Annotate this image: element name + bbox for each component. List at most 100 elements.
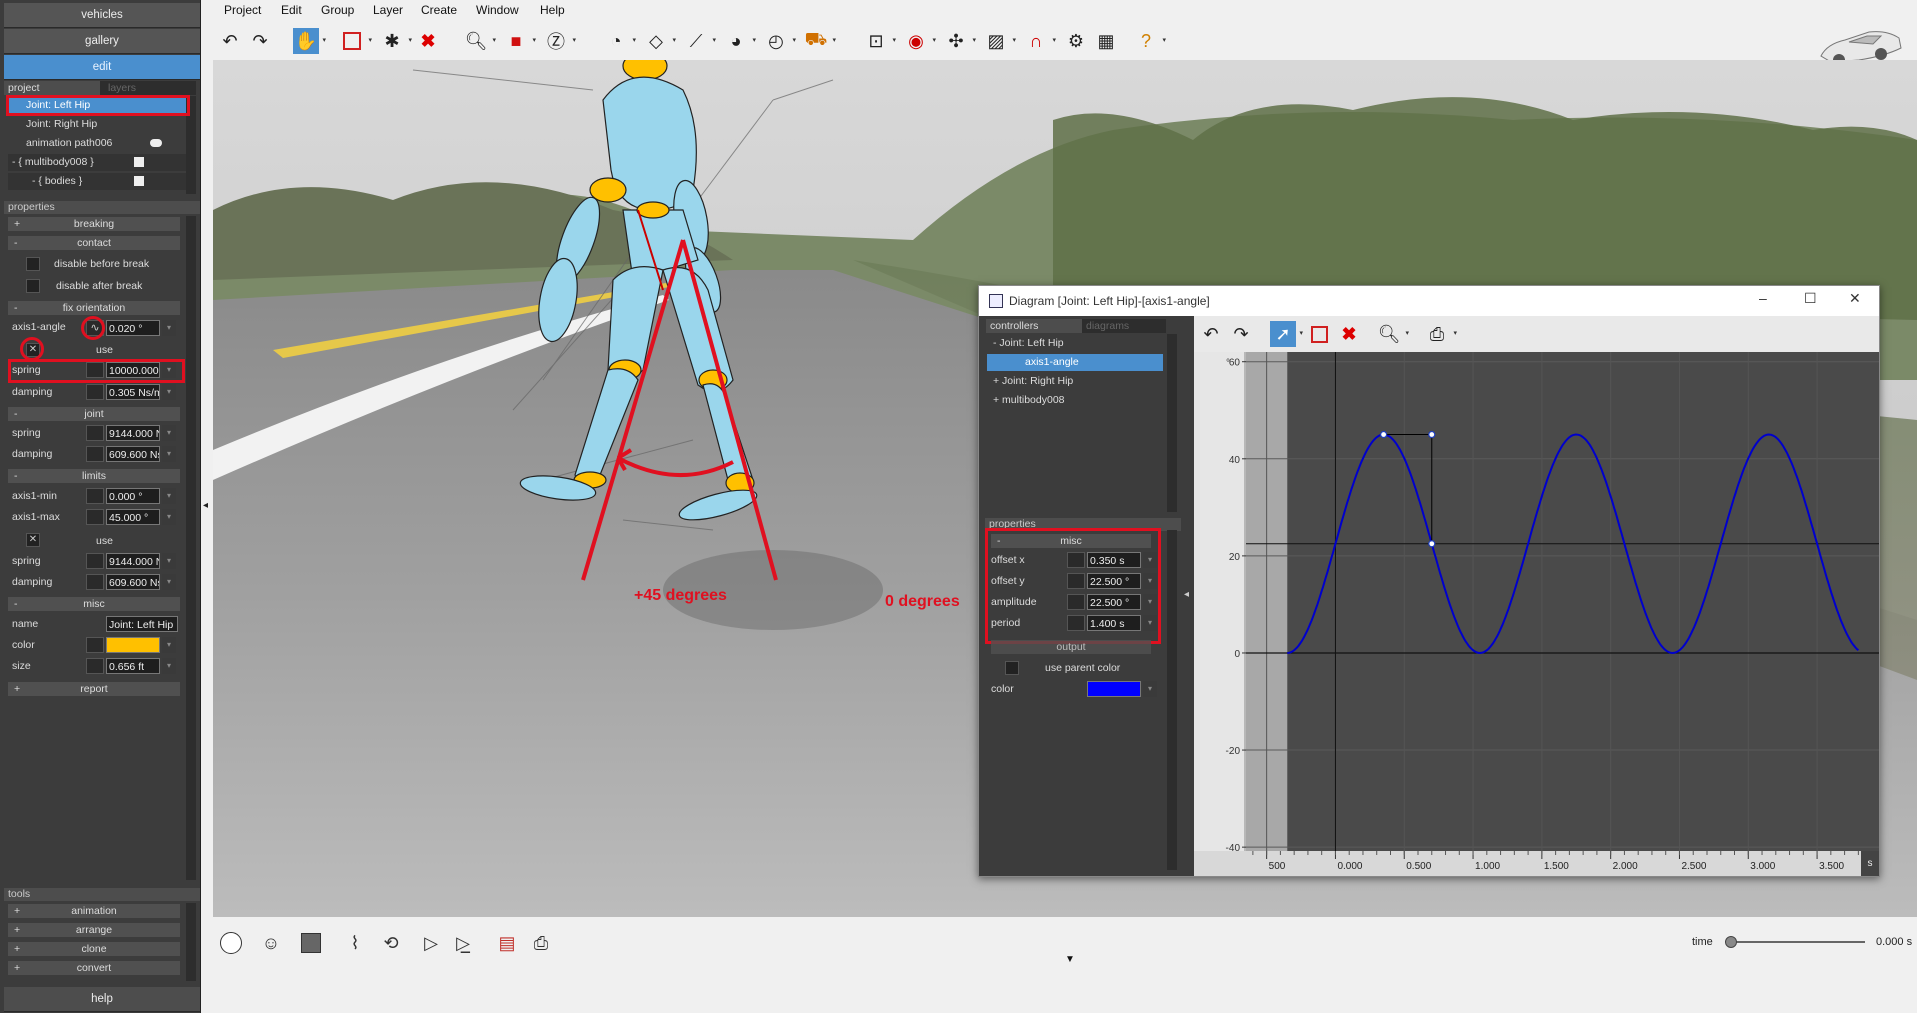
tree-item-multibody[interactable]: - { multibody008 } [8,154,188,171]
axis1-min-spinner[interactable]: ▾ [162,488,176,504]
limits-damping-field[interactable]: 609.600 Ns [106,574,160,590]
axis1-max-toggle[interactable] [86,509,104,525]
axis1-angle-field[interactable]: 0.020 ° [106,320,160,336]
joint-spring-field[interactable]: 9144.000 N [106,425,160,441]
disable-after-break-checkbox[interactable] [26,279,40,293]
disable-before-break-checkbox[interactable] [26,257,40,271]
section-contact[interactable]: - contact [8,236,180,250]
damping-field[interactable]: 0.305 Ns/m [106,384,160,400]
section-breaking[interactable]: + breaking [8,217,180,231]
ctrl-item-multibody[interactable]: + multibody008 [987,392,1163,409]
diagram-titlebar[interactable]: Diagram [Joint: Left Hip]-[axis1-angle] … [979,286,1879,316]
map-icon[interactable]: ▨ ▾ [983,28,1016,54]
undo-icon[interactable]: ↶ [217,28,243,54]
curve-handle-point[interactable] [1428,430,1436,439]
zoom-icon[interactable]: 🔍︎ ▾ [463,28,496,54]
angle-gauge-icon[interactable]: ◕ ▾ [723,28,756,54]
z-axis-icon[interactable]: Ⓩ ▾ [543,28,576,54]
panel-collapse-icon[interactable]: ◂ [203,500,208,511]
axis1-angle-spinner[interactable]: ▾ [162,320,176,336]
tool-clone[interactable]: + clone [8,942,180,956]
time-slider-handle[interactable] [1725,936,1737,948]
joint-spring-toggle[interactable] [86,425,104,441]
menu-help[interactable]: Help [540,3,565,17]
vehicles-button[interactable]: vehicles [4,3,200,28]
damping-spinner[interactable]: ▾ [162,384,176,400]
curve-handle-point[interactable] [1428,540,1436,548]
diagram-panel-collapse-icon[interactable]: ◂ [1184,589,1189,600]
menu-window[interactable]: Window [476,3,519,17]
section-fix-orientation[interactable]: - fix orientation [8,301,180,315]
trajectory-icon[interactable]: ⌇ [341,929,369,957]
tree-item-bodies[interactable]: - { bodies } [8,173,188,190]
axis1-min-field[interactable]: 0.000 ° [106,488,160,504]
ctrl-item-left-hip[interactable]: - Joint: Left Hip [987,335,1163,352]
axis1-max-spinner[interactable]: ▾ [162,509,176,525]
limits-damping-toggle[interactable] [86,574,104,590]
use-parent-color-checkbox[interactable] [1005,661,1019,675]
color-fill-icon[interactable] [297,929,325,957]
select-box-icon[interactable]: ▾ [339,28,372,54]
menu-project[interactable]: Project [224,3,261,17]
close-icon[interactable]: ✕ [1849,290,1861,307]
cube-icon[interactable]: ■ ▾ [503,28,536,54]
diagram-plot[interactable]: 60 40 20 0 -20 -40 ° [1194,352,1879,858]
tools-scrollbar[interactable] [186,903,196,981]
redo-icon[interactable]: ↷ [247,28,273,54]
limits-spring-field[interactable]: 9144.000 N [106,553,160,569]
color-spinner[interactable]: ▾ [162,637,176,653]
print-icon[interactable]: ⎙ ▾ [1424,321,1457,347]
ctrl-item-axis1-angle[interactable]: axis1-angle [987,354,1163,371]
gallery-button[interactable]: gallery [4,29,200,54]
gauge-icon[interactable]: ◔ ▾ [603,28,636,54]
sine-chart[interactable]: 6040200-20-40 ° [1194,352,1879,854]
zoom-icon[interactable]: 🔍︎ ▾ [1376,321,1409,347]
limits-use-checkbox[interactable]: ✕ [26,533,40,547]
section-limits[interactable]: - limits [8,469,180,483]
axes-icon[interactable]: ✣ ▾ [943,28,976,54]
joint-damping-field[interactable]: 609.600 Ns [106,446,160,462]
report-icon[interactable]: ▤ [493,929,521,957]
magnet-icon[interactable]: ∩ ▾ [1023,28,1056,54]
limits-damping-spinner[interactable]: ▾ [162,574,176,590]
rotate-path-icon[interactable]: ⟲ [377,929,405,957]
eye-icon[interactable] [150,139,162,147]
camera-view-icon[interactable]: ⊡ ▾ [863,28,896,54]
output-color-swatch[interactable] [1087,681,1141,697]
joint-spring-spinner[interactable]: ▾ [162,425,176,441]
tree-item-animation-path[interactable]: animation path006 [8,135,188,152]
size-toggle[interactable] [86,658,104,674]
menu-group[interactable]: Group [321,3,354,17]
joint-damping-toggle[interactable] [86,446,104,462]
circle-shape-icon[interactable] [217,929,245,957]
size-spinner[interactable]: ▾ [162,658,176,674]
undo-icon[interactable]: ↶ [1198,321,1224,347]
damping-toggle[interactable] [86,384,104,400]
menu-create[interactable]: Create [421,3,457,17]
time-slider-track[interactable] [1729,941,1865,943]
delete-icon[interactable]: ✖ [415,28,441,54]
target-icon[interactable]: ◉ ▾ [903,28,936,54]
section-output[interactable]: output [991,640,1151,654]
select-box-icon[interactable] [1306,321,1332,347]
ctrl-item-right-hip[interactable]: + Joint: Right Hip [987,373,1163,390]
pan-hand-icon[interactable]: ✋ ▾ [293,28,326,54]
tool-arrange[interactable]: + arrange [8,923,180,937]
controllers-scrollbar[interactable] [1167,334,1177,512]
tool-animation[interactable]: + animation [8,904,180,918]
axis1-min-toggle[interactable] [86,488,104,504]
diagram-properties-scrollbar[interactable] [1167,530,1177,870]
minimize-icon[interactable]: – [1759,290,1767,306]
properties-scrollbar[interactable] [186,216,196,880]
size-field[interactable]: 0.656 ft [106,658,160,674]
tab-project[interactable]: project [4,81,100,95]
print-icon[interactable]: ⎙ [527,929,555,957]
maximize-icon[interactable]: ☐ [1804,290,1817,307]
color-toggle[interactable] [86,637,104,653]
color-swatch[interactable] [106,637,160,653]
bottom-expand-icon[interactable]: ▼ [1065,954,1075,965]
settings-gear-icon[interactable]: ⚙ [1063,28,1089,54]
output-color-spinner[interactable]: ▾ [1143,681,1157,697]
tree-item-right-hip[interactable]: Joint: Right Hip [8,116,188,133]
section-report[interactable]: + report [8,682,180,696]
